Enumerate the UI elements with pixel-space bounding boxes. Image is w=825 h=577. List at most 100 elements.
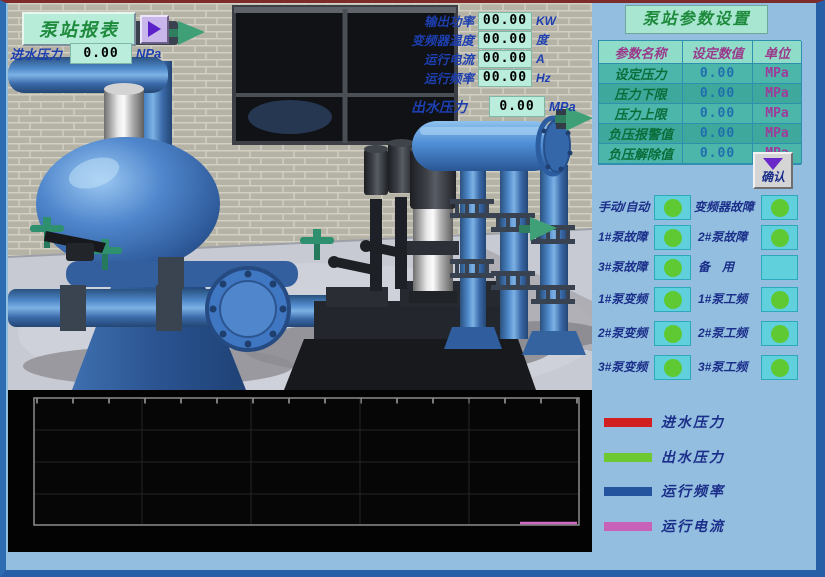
lamp-icon xyxy=(664,359,682,377)
trend-plot xyxy=(8,390,592,552)
status-label-pump2-vfd: 2#泵变频 xyxy=(598,320,647,346)
param-unit: MPa xyxy=(753,104,802,124)
running-frequency-readout: 运行频率 00.00 Hz xyxy=(398,68,551,87)
report-button[interactable]: 泵站报表 xyxy=(22,12,136,46)
running-current-readout: 运行电流 00.00 A xyxy=(398,49,545,68)
status-label-pump3-mains: 3#泵工频 xyxy=(698,354,747,380)
param-value[interactable]: 0.00 xyxy=(683,84,753,104)
status-label-inverter-fault: 变频器故障 xyxy=(694,194,754,220)
readout-label: 运行电流 xyxy=(398,49,474,68)
status-label-pump2-fault: 2#泵故障 xyxy=(698,224,747,250)
param-value[interactable]: 0.00 xyxy=(683,144,753,164)
outlet-pressure-label: 出水压力 xyxy=(411,97,485,117)
readout-label: 输出功率 xyxy=(398,11,474,30)
readout-unit: Hz xyxy=(536,71,551,85)
table-header: 单位 xyxy=(753,41,802,64)
inlet-pressure-value: 0.00 xyxy=(70,43,132,64)
lamp-icon xyxy=(664,259,682,277)
legend-item: 出水压力 xyxy=(594,449,725,465)
outlet-pressure-readout: 出水压力 0.00 MPa xyxy=(411,96,576,117)
status-label-spare: 备 用 xyxy=(698,254,734,280)
report-play-button[interactable] xyxy=(140,15,169,44)
param-name: 负压报警值 xyxy=(599,124,683,144)
status-lamp-spare xyxy=(761,255,798,280)
pump-station-3d-view: 泵站报表 进水压力 0.00 NPa 输出功率 00.00 KW 变频器温度 0… xyxy=(8,3,592,390)
legend-swatch-inlet-pressure xyxy=(604,418,652,427)
confirm-button[interactable]: 确认 xyxy=(753,152,793,189)
lamp-icon xyxy=(771,291,789,309)
legend-swatch-run-frequency xyxy=(604,487,652,496)
legend-label: 运行电流 xyxy=(661,516,725,536)
status-row: 1#泵故障 2#泵故障 xyxy=(594,224,813,252)
status-lamp-pump1-fault xyxy=(654,225,691,250)
param-name: 设定压力 xyxy=(599,64,683,84)
readout-value: 00.00 xyxy=(478,50,532,68)
parameter-table: 参数名称 设定数值 单位 设定压力 0.00 MPa 压力下限 0.00 MPa… xyxy=(598,40,801,165)
param-unit: MPa xyxy=(753,84,802,104)
lamp-icon xyxy=(771,229,789,247)
inlet-pressure-unit: NPa xyxy=(136,46,161,61)
lamp-icon xyxy=(771,325,789,343)
status-lamp-pump2-mains xyxy=(761,321,798,346)
lamp-icon xyxy=(664,291,682,309)
readout-unit: 度 xyxy=(536,31,548,48)
readout-value: 00.00 xyxy=(478,31,532,49)
settings-title: 泵站参数设置 xyxy=(625,5,768,34)
lamp-icon xyxy=(771,359,789,377)
inverter-temp-readout: 变频器温度 00.00 度 xyxy=(398,30,548,49)
status-lamp-manual-auto xyxy=(654,195,691,220)
lamp-icon xyxy=(664,199,682,217)
legend-item: 运行电流 xyxy=(594,518,725,534)
status-row: 手动/自动 变频器故障 xyxy=(594,194,813,222)
param-unit: MPa xyxy=(753,124,802,144)
status-lamp-pump2-vfd xyxy=(654,321,691,346)
status-lamp-pump1-vfd xyxy=(654,287,691,312)
legend-label: 出水压力 xyxy=(661,447,725,467)
param-unit: MPa xyxy=(753,64,802,84)
table-header: 设定数值 xyxy=(683,41,753,64)
status-lamp-pump3-mains xyxy=(761,355,798,380)
param-name: 压力下限 xyxy=(599,84,683,104)
legend-swatch-outlet-pressure xyxy=(604,453,652,462)
readout-label: 运行频率 xyxy=(398,68,474,87)
trend-chart xyxy=(8,390,592,552)
readout-value: 00.00 xyxy=(478,69,532,87)
status-row: 1#泵变频 1#泵工频 xyxy=(594,286,813,314)
status-label-pump1-fault: 1#泵故障 xyxy=(598,224,647,250)
readout-unit: A xyxy=(536,52,545,66)
legend-item: 进水压力 xyxy=(594,414,725,430)
status-lamp-pump1-mains xyxy=(761,287,798,312)
legend-swatch-run-current xyxy=(604,522,652,531)
status-label-pump1-mains: 1#泵工频 xyxy=(698,286,747,312)
status-lamp-pump2-fault xyxy=(761,225,798,250)
param-value[interactable]: 0.00 xyxy=(683,64,753,84)
status-row: 3#泵故障 备 用 xyxy=(594,254,813,282)
pump-station-hmi-screen: 泵站报表 进水压力 0.00 NPa 输出功率 00.00 KW 变频器温度 0… xyxy=(0,0,825,577)
lamp-icon xyxy=(771,199,789,217)
param-value[interactable]: 0.00 xyxy=(683,104,753,124)
legend-label: 进水压力 xyxy=(661,412,725,432)
param-value[interactable]: 0.00 xyxy=(683,124,753,144)
status-label-pump3-vfd: 3#泵变频 xyxy=(598,354,647,380)
status-label-pump2-mains: 2#泵工频 xyxy=(698,320,747,346)
param-name: 负压解除值 xyxy=(599,144,683,164)
inlet-pressure-label: 进水压力 xyxy=(10,44,66,63)
confirm-label: 确认 xyxy=(761,168,785,185)
status-label-manual-auto: 手动/自动 xyxy=(598,194,649,220)
legend-item: 运行频率 xyxy=(594,483,725,499)
status-lamp-pump3-fault xyxy=(654,255,691,280)
status-label-pump3-fault: 3#泵故障 xyxy=(598,254,647,280)
outlet-pressure-unit: MPa xyxy=(549,99,576,114)
inlet-pressure-readout: 进水压力 0.00 NPa xyxy=(10,43,161,64)
status-label-pump1-vfd: 1#泵变频 xyxy=(598,286,647,312)
table-header: 参数名称 xyxy=(599,41,683,64)
output-power-readout: 输出功率 00.00 KW xyxy=(398,11,556,30)
status-row: 2#泵变频 2#泵工频 xyxy=(594,320,813,348)
legend-label: 运行频率 xyxy=(661,481,725,501)
outlet-pressure-value: 0.00 xyxy=(489,96,545,117)
readout-label: 变频器温度 xyxy=(398,30,474,49)
settings-panel: 泵站参数设置 参数名称 设定数值 单位 设定压力 0.00 MPa 压力下限 0… xyxy=(594,3,813,570)
lamp-icon xyxy=(664,325,682,343)
readout-unit: KW xyxy=(536,14,556,28)
status-lamp-inverter-fault xyxy=(761,195,798,220)
